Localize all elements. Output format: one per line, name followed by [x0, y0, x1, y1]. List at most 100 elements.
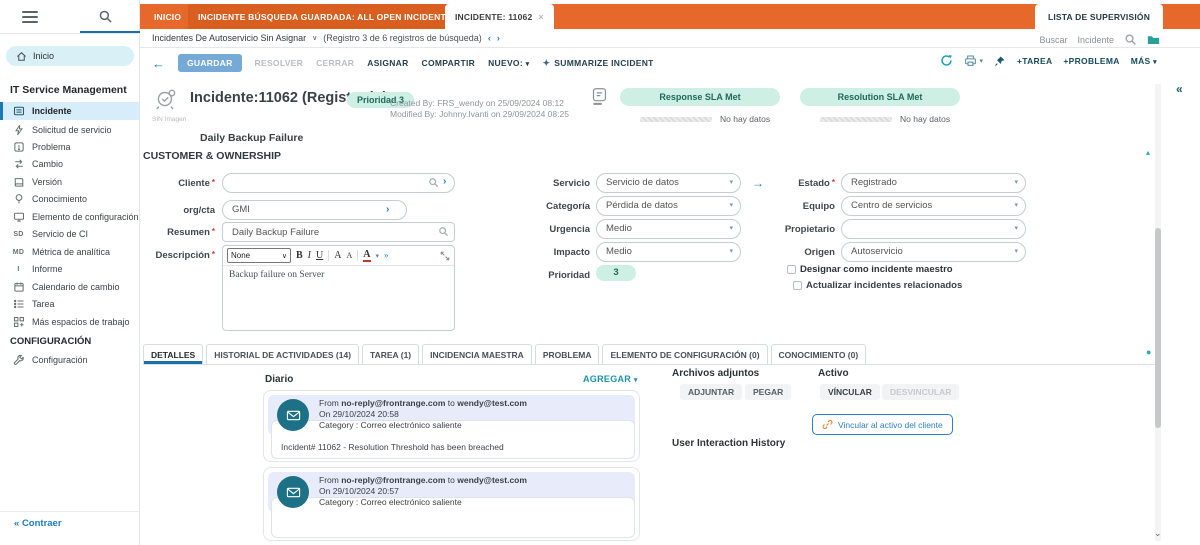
expand-editor-icon[interactable] — [440, 251, 450, 261]
cliente-input[interactable] — [222, 173, 455, 193]
sidebar-item-incidente[interactable]: Incidente — [0, 102, 140, 120]
sidebar-item-label: Elemento de configuración — [32, 212, 139, 222]
tab-tarea[interactable]: TAREA (1) — [362, 344, 419, 364]
sidebar-item-solicitud[interactable]: Solicitud de servicio — [0, 122, 140, 138]
journal-add-button[interactable]: AGREGAR ▾ — [583, 374, 638, 384]
link-asset-button[interactable]: VÍNCULAR — [820, 384, 880, 400]
increase-font-button[interactable]: A — [334, 251, 341, 261]
underline-button[interactable]: U — [316, 251, 323, 261]
sidebar-item-servicio-ci[interactable]: SD Servicio de CI — [0, 226, 140, 242]
sidebar-item-mas-espacios[interactable]: Más espacios de trabajo — [0, 314, 140, 330]
sidebar-item-inicio[interactable]: Inicio — [6, 46, 134, 66]
sidebar-item-elemento-configuracion[interactable]: Elemento de configuración — [0, 209, 140, 225]
sidebar-item-problema[interactable]: Problema — [0, 139, 140, 155]
impacto-dropdown[interactable]: Medio▾ — [596, 242, 741, 262]
tab-incidencia-maestra[interactable]: INCIDENCIA MAESTRA — [422, 344, 532, 364]
prev-record-icon[interactable]: ‹ — [488, 33, 491, 43]
divider — [0, 511, 140, 512]
font-select[interactable]: None∨ — [227, 248, 291, 263]
servicio-dropdown[interactable]: Servicio de datos▾ — [596, 173, 741, 193]
field-label-resumen: Resumen* — [140, 227, 215, 238]
back-arrow-icon[interactable]: ← — [152, 56, 165, 71]
vertical-scrollbar-thumb[interactable] — [1155, 228, 1161, 428]
release-icon — [12, 176, 25, 188]
close-icon[interactable]: × — [538, 12, 543, 22]
more-menu-button[interactable]: MÁS ▾ — [1131, 56, 1157, 66]
assign-button[interactable]: ASIGNAR — [367, 58, 408, 68]
sidebar-item-calendario[interactable]: Calendario de cambio — [0, 279, 140, 295]
section-collapse-icon[interactable]: ▴ — [1146, 148, 1150, 157]
open-record-arrow-icon[interactable]: › — [386, 201, 389, 219]
saved-search-name[interactable]: Incidentes De Autoservicio Sin Asignar — [152, 33, 306, 43]
tab-problema[interactable]: PROBLEMA — [535, 344, 600, 364]
tab-elemento-configuracion[interactable]: ELEMENTO DE CONFIGURACIÓN (0) — [602, 344, 767, 364]
sidebar-item-cambio[interactable]: Cambio — [0, 156, 140, 172]
chevron-down-icon[interactable]: ∨ — [312, 34, 317, 42]
tab-historial-actividades[interactable]: HISTORIAL DE ACTIVIDADES (14) — [206, 344, 359, 364]
journal-entry-card[interactable]: From no-reply@frontrange.com to wendy@te… — [263, 467, 640, 541]
saved-items-folder-icon[interactable] — [1147, 33, 1160, 46]
tab-detalles[interactable]: DETALLES — [143, 344, 203, 364]
description-text[interactable]: Backup failure on Server — [223, 266, 454, 284]
field-label-propietario: Propietario — [745, 224, 835, 235]
no-image-placeholder: SIN Imagen — [152, 116, 186, 123]
add-task-button[interactable]: +TAREA — [1017, 56, 1052, 66]
sidebar-collapse-button[interactable]: « Contraer — [14, 518, 62, 529]
collapse-panel-icon[interactable]: « — [1176, 82, 1183, 96]
decrease-font-button[interactable]: A — [346, 252, 352, 260]
save-button[interactable]: GUARDAR — [178, 54, 242, 72]
tab-conocimiento[interactable]: CONOCIMIENTO (0) — [771, 344, 867, 364]
search-icon[interactable] — [428, 177, 439, 188]
scroll-down-chevron-icon[interactable]: ⌄ — [1154, 528, 1162, 539]
tab-info-dot-icon[interactable]: ● — [1146, 347, 1151, 357]
sidebar-item-configuracion[interactable]: Configuración — [0, 352, 140, 368]
add-problem-button[interactable]: +PROBLEMA — [1063, 56, 1119, 66]
print-button[interactable]: ▾ — [964, 54, 983, 67]
estado-dropdown[interactable]: Registrado▾ — [841, 173, 1026, 193]
share-button[interactable]: COMPARTIR — [422, 58, 476, 68]
tab-incident-11062[interactable]: INCIDENTE: 11062 × — [445, 4, 554, 29]
summarize-incident-button[interactable]: ✦ SUMMARIZE INCIDENT — [542, 58, 653, 69]
tab-lista-supervision[interactable]: LISTA DE SUPERVISIÓN — [1035, 4, 1163, 29]
new-menu-button[interactable]: NUEVO: ▾ — [488, 58, 529, 68]
propietario-dropdown[interactable]: ▾ — [841, 219, 1026, 239]
search-context-label[interactable]: Incidente — [1077, 35, 1114, 45]
refresh-icon[interactable] — [940, 54, 953, 67]
update-related-checkbox[interactable] — [793, 281, 802, 290]
orgcta-field[interactable]: GMI › — [222, 200, 407, 220]
next-record-icon[interactable]: › — [497, 33, 500, 43]
incident-subject: Daily Backup Failure — [200, 132, 303, 144]
sidebar-item-conocimiento[interactable]: Conocimiento — [0, 191, 140, 207]
origen-dropdown[interactable]: Autoservicio▾ — [841, 242, 1026, 262]
font-color-button[interactable]: A — [363, 250, 370, 262]
search-icon[interactable] — [438, 226, 449, 237]
sidebar-item-tarea[interactable]: Tarea — [0, 296, 140, 312]
search-icon[interactable] — [1124, 33, 1137, 46]
open-record-arrow-icon[interactable]: › — [443, 176, 446, 187]
pin-icon[interactable] — [994, 55, 1006, 67]
master-incident-checkbox[interactable] — [787, 265, 796, 274]
bold-button[interactable]: B — [296, 251, 303, 261]
attach-button[interactable]: ADJUNTAR — [680, 384, 742, 400]
journal-entry-card[interactable]: From no-reply@frontrange.com to wendy@te… — [263, 390, 640, 462]
sidebar-item-version[interactable]: Versión — [0, 174, 140, 190]
equipo-dropdown[interactable]: Centro de servicios▾ — [841, 196, 1026, 216]
italic-button[interactable]: I — [308, 251, 311, 261]
hamburger-menu-icon[interactable] — [22, 11, 38, 26]
sidebar-item-metrica[interactable]: MD Métrica de analítica — [0, 244, 140, 260]
divider — [0, 33, 140, 34]
chevron-down-icon[interactable]: ▾ — [376, 252, 380, 260]
tab-inicio[interactable]: INICIO — [144, 4, 191, 29]
paste-button[interactable]: PEGAR — [745, 384, 791, 400]
resumen-input[interactable] — [222, 222, 455, 242]
blockquote-button[interactable]: » — [384, 251, 389, 260]
collapse-icon: « — [14, 518, 19, 529]
categoria-dropdown[interactable]: Pérdida de datos▾ — [596, 196, 741, 216]
tab-saved-search[interactable]: INCIDENTE BÚSQUEDA GUARDADA: ALL OPEN IN… — [188, 4, 473, 29]
field-label-prioridad: Prioridad — [500, 270, 590, 281]
sidebar-search-icon[interactable] — [98, 9, 113, 24]
sidebar-item-informe[interactable]: I Informe — [0, 261, 140, 277]
urgencia-dropdown[interactable]: Medio▾ — [596, 219, 741, 239]
link-customer-asset-button[interactable]: Vincular al activo del cliente — [812, 414, 953, 435]
change-icon — [12, 158, 25, 170]
